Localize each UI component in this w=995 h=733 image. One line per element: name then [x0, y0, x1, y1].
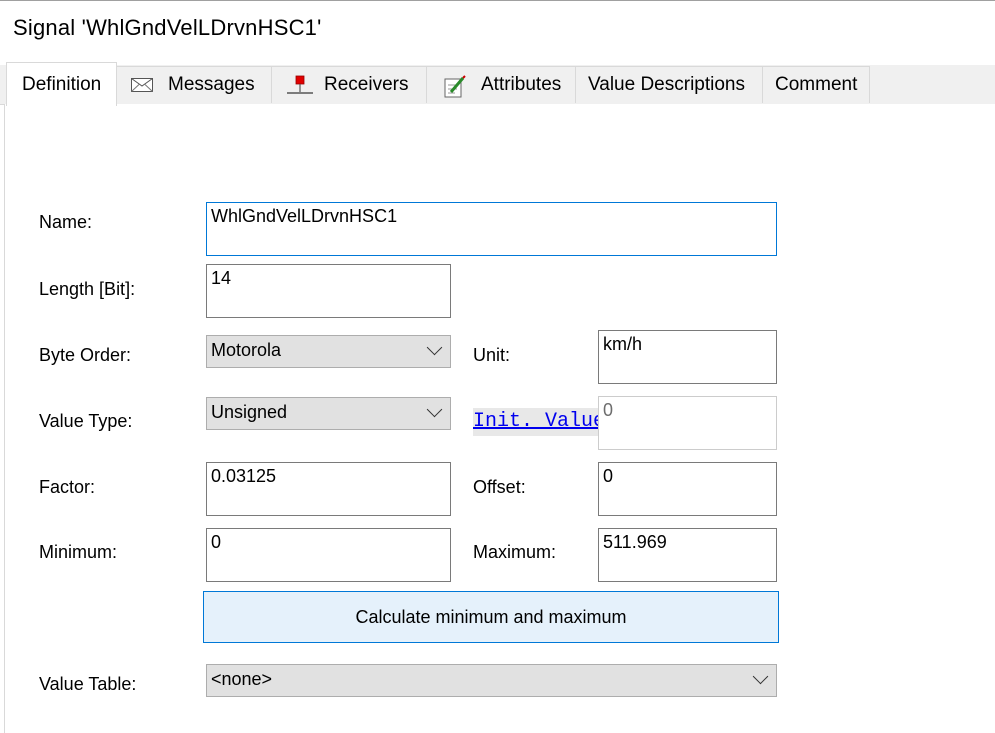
init-value-link[interactable]: Init. Value	[473, 408, 599, 436]
offset-field[interactable]: 0	[598, 462, 777, 516]
edit-attributes-icon	[443, 75, 467, 98]
tab-label: Value Descriptions	[588, 74, 746, 95]
receiver-node-icon	[286, 75, 313, 95]
value-table-label: Value Table:	[39, 674, 137, 694]
signal-dialog: Signal 'WhlGndVelLDrvnHSC1' Definition M…	[0, 0, 995, 733]
envelope-icon	[130, 75, 154, 95]
length-field[interactable]: 14	[206, 264, 451, 318]
byte-order-value: Motorola	[211, 340, 282, 360]
value-type-label: Value Type:	[39, 411, 133, 431]
value-table-value: <none>	[211, 669, 273, 689]
tab-receivers[interactable]: Receivers	[271, 66, 427, 103]
tab-value-descriptions[interactable]: Value Descriptions	[575, 66, 763, 103]
unit-label: Unit:	[473, 345, 511, 365]
value-type-dropdown[interactable]: Unsigned	[206, 397, 451, 430]
dialog-title: Signal 'WhlGndVelLDrvnHSC1'	[13, 15, 322, 40]
factor-label: Factor:	[39, 477, 96, 497]
tab-label: Comment	[775, 74, 858, 95]
tab-label: Receivers	[324, 74, 409, 95]
tab-attributes[interactable]: Attributes	[426, 66, 576, 103]
minimum-field[interactable]: 0	[206, 528, 451, 582]
byte-order-dropdown[interactable]: Motorola	[206, 335, 451, 368]
minimum-label: Minimum:	[39, 542, 118, 562]
tab-definition[interactable]: Definition	[6, 62, 117, 106]
chevron-down-icon	[426, 401, 443, 418]
unit-field[interactable]: km/h	[598, 330, 777, 384]
tab-messages[interactable]: Messages	[116, 66, 272, 103]
chevron-down-icon	[752, 668, 769, 685]
value-table-dropdown[interactable]: <none>	[206, 664, 777, 697]
maximum-field[interactable]: 511.969	[598, 528, 777, 582]
name-field[interactable]: WhlGndVelLDrvnHSC1	[206, 202, 777, 256]
tab-label: Definition	[22, 73, 102, 95]
value-type-value: Unsigned	[211, 402, 288, 422]
byte-order-label: Byte Order:	[39, 345, 132, 365]
tab-label: Messages	[168, 74, 255, 95]
offset-label: Offset:	[473, 477, 526, 497]
init-value-field: 0	[598, 396, 777, 450]
tab-strip: Definition Messages Receivers Attributes…	[0, 62, 995, 106]
tab-comment[interactable]: Comment	[762, 66, 870, 103]
chevron-down-icon	[426, 339, 443, 356]
name-label: Name:	[39, 212, 93, 232]
factor-field[interactable]: 0.03125	[206, 462, 451, 516]
maximum-label: Maximum:	[473, 542, 557, 562]
length-label: Length [Bit]:	[39, 279, 136, 299]
tab-label: Attributes	[481, 74, 562, 95]
window-top-border	[0, 0, 995, 1]
calculate-min-max-button[interactable]: Calculate minimum and maximum	[203, 591, 779, 643]
